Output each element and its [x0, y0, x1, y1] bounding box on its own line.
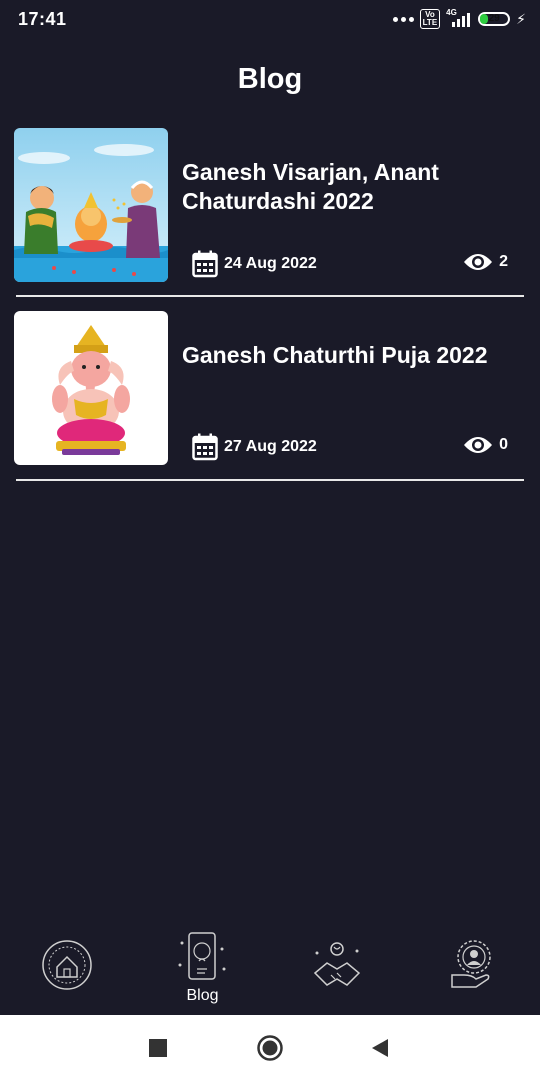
- home-button[interactable]: [252, 1015, 288, 1080]
- consultant-hand-icon: [451, 940, 491, 988]
- nav-item-blog[interactable]: Blog: [135, 925, 270, 1015]
- battery-icon: 29: [478, 12, 511, 26]
- status-time: 17:41: [18, 9, 67, 29]
- handshake-icon: [313, 942, 361, 986]
- post-title[interactable]: Ganesh Chaturthi Puja 2022: [182, 341, 512, 370]
- astro-house-icon: [42, 940, 92, 990]
- post-views-count: 2: [499, 253, 508, 270]
- post-views: 2: [463, 252, 508, 272]
- volte-icon: Vo LTE: [419, 9, 441, 29]
- post-date: 24 Aug 2022: [192, 250, 317, 278]
- recents-square-icon: [149, 1038, 167, 1057]
- system-navigation-bar: [0, 1015, 540, 1080]
- nav-label-blog: Blog: [186, 987, 219, 1004]
- calendar-icon: [192, 433, 218, 461]
- eye-icon: [464, 254, 493, 270]
- post-thumbnail[interactable]: [14, 311, 168, 465]
- signal-icon: 4G: [446, 8, 472, 27]
- recents-button[interactable]: [140, 1015, 176, 1080]
- page-title: Blog: [237, 63, 303, 95]
- charging-icon: ⚡: [516, 10, 526, 27]
- blog-post-card[interactable]: Ganesh Chaturthi Puja 2022 27 Aug 2022 0: [14, 311, 524, 465]
- blog-post-card[interactable]: Ganesh Visarjan, Anant Chaturdashi 2022 …: [14, 128, 524, 282]
- nav-item-handshake[interactable]: [270, 925, 405, 1015]
- more-notifications-icon: [392, 16, 414, 22]
- status-icons: Vo LTE 4G 29 ⚡: [392, 8, 526, 29]
- nav-item-astro-house[interactable]: [0, 925, 135, 1015]
- eye-icon: [464, 437, 493, 453]
- post-views-count: 0: [499, 436, 508, 453]
- post-views: 0: [463, 435, 508, 455]
- home-circle-icon: [257, 1034, 283, 1061]
- calendar-icon: [192, 250, 218, 278]
- post-date: 27 Aug 2022: [192, 433, 317, 461]
- post-divider: [16, 295, 524, 297]
- status-bar: 17:41 Vo LTE 4G 29 ⚡: [0, 0, 540, 40]
- post-divider: [16, 479, 524, 481]
- battery-level: 29: [488, 13, 500, 24]
- post-thumbnail[interactable]: [14, 128, 168, 282]
- bottom-navigation: Blog: [0, 925, 540, 1015]
- nav-item-consultant[interactable]: [405, 925, 540, 1015]
- blog-phone-icon: [178, 932, 226, 980]
- post-title[interactable]: Ganesh Visarjan, Anant Chaturdashi 2022: [182, 158, 512, 216]
- back-triangle-icon: [372, 1038, 388, 1057]
- post-date-text: 27 Aug 2022: [224, 438, 317, 455]
- back-button[interactable]: [362, 1015, 398, 1080]
- post-date-text: 24 Aug 2022: [224, 255, 317, 272]
